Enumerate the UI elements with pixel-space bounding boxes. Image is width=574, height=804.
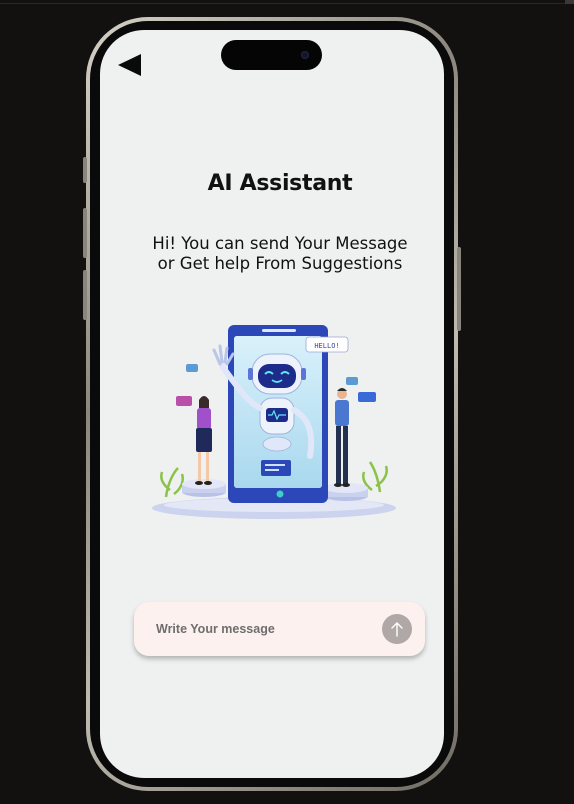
volume-down-button <box>83 270 87 320</box>
send-button[interactable] <box>382 614 412 644</box>
power-button <box>457 247 461 331</box>
volume-up-button <box>83 208 87 258</box>
arrow-up-icon <box>391 622 403 637</box>
silent-switch <box>83 157 87 183</box>
chat-bubble-pink <box>176 396 192 406</box>
message-input[interactable] <box>156 617 376 641</box>
chat-bubble-blue <box>358 392 376 402</box>
front-camera <box>301 51 309 59</box>
plant-left <box>160 467 184 498</box>
chat-bubble-small <box>186 364 198 372</box>
page-title: AI Assistant <box>207 171 353 196</box>
window-corner-mark <box>565 0 574 4</box>
hello-bubble-text: HELLO! <box>314 342 339 350</box>
intro-message: Hi! You can send Your Message or Get hel… <box>152 234 408 273</box>
robot-chat-illustration: HELLO! <box>152 325 396 519</box>
dynamic-island <box>221 40 322 70</box>
chat-bubble-top <box>346 377 358 385</box>
window-top-line <box>0 3 574 4</box>
back-button[interactable] <box>117 53 143 77</box>
back-triangle-icon <box>118 54 141 76</box>
message-composer <box>134 602 425 656</box>
